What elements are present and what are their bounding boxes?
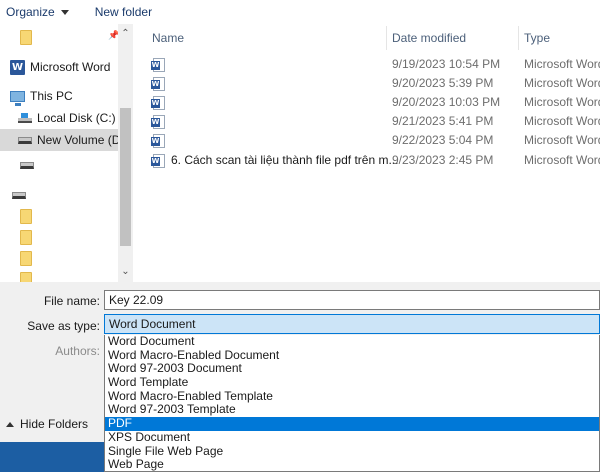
- navigation-pane: 📌 W Microsoft Word This PC Local Disk (C…: [0, 24, 133, 282]
- chevron-up-icon: [6, 421, 14, 427]
- save-as-type-dropdown: Word Document Word Macro-Enabled Documen…: [104, 335, 600, 472]
- file-type: Microsoft Word: [524, 95, 600, 109]
- file-type: Microsoft Word: [524, 114, 600, 128]
- file-date: 9/20/2023 10:03 PM: [392, 95, 501, 109]
- drive-icon: [18, 136, 32, 144]
- drive-icon: [20, 161, 34, 169]
- hide-folders-label: Hide Folders: [20, 417, 89, 431]
- nav-item-drive[interactable]: [20, 154, 133, 176]
- file-row[interactable]: 9/20/2023 10:03 PM Microsoft Word: [134, 93, 600, 112]
- option-word-97-2003-document[interactable]: Word 97-2003 Document: [105, 362, 599, 376]
- new-folder-label: New folder: [94, 5, 153, 19]
- scroll-down-icon[interactable]: ⌄: [118, 264, 133, 280]
- organize-button[interactable]: Organize: [0, 1, 75, 23]
- nav-item-folder[interactable]: [20, 226, 133, 248]
- file-name: 6. Cách scan tài liệu thành file pdf trê…: [171, 153, 399, 167]
- folder-icon: [20, 250, 32, 266]
- file-row[interactable]: 9/19/2023 10:54 PM Microsoft Word: [134, 55, 600, 74]
- word-file-icon: [151, 95, 165, 110]
- option-word-macro-enabled-template[interactable]: Word Macro-Enabled Template: [105, 389, 599, 404]
- hide-folders-button[interactable]: Hide Folders: [0, 413, 104, 435]
- file-date: 9/19/2023 10:54 PM: [392, 57, 501, 71]
- nav-scrollbar[interactable]: ⌃ ⌄: [118, 24, 133, 282]
- nav-item-folder[interactable]: [20, 205, 133, 227]
- word-file-icon: [151, 76, 165, 91]
- file-date: 9/20/2023 5:39 PM: [392, 76, 494, 90]
- file-name-label: File name:: [43, 294, 100, 308]
- new-folder-button[interactable]: New folder: [89, 1, 158, 23]
- option-word-template[interactable]: Word Template: [105, 375, 599, 390]
- word-file-icon: [151, 114, 165, 129]
- nav-item-label: Microsoft Word: [30, 60, 111, 74]
- folder-icon: [20, 208, 32, 224]
- file-type: Microsoft Word: [524, 76, 600, 90]
- file-row[interactable]: 9/22/2023 5:04 PM Microsoft Word: [134, 131, 600, 150]
- column-header-date[interactable]: Date modified: [386, 24, 466, 52]
- word-file-icon: [151, 133, 165, 148]
- option-word-97-2003-template[interactable]: Word 97-2003 Template: [105, 403, 599, 417]
- scrollbar-thumb[interactable]: [120, 108, 131, 246]
- option-pdf[interactable]: PDF: [105, 416, 599, 431]
- file-type: Microsoft Word: [524, 153, 600, 167]
- folder-icon: [20, 29, 32, 45]
- option-xps-document[interactable]: XPS Document: [105, 430, 599, 445]
- folder-icon: [20, 229, 32, 245]
- file-type: Microsoft Word: [524, 133, 600, 147]
- drive-icon: [12, 191, 26, 199]
- nav-item-drive[interactable]: [12, 184, 130, 206]
- file-date: 9/23/2023 2:45 PM: [392, 153, 494, 167]
- option-single-file-web-page[interactable]: Single File Web Page: [105, 444, 599, 459]
- nav-item-label: Local Disk (C:): [37, 111, 116, 125]
- column-header-type[interactable]: Type: [518, 24, 550, 52]
- scroll-up-icon[interactable]: ⌃: [118, 26, 133, 42]
- file-row[interactable]: 6. Cách scan tài liệu thành file pdf trê…: [134, 151, 600, 170]
- nav-item-microsoft-word[interactable]: W Microsoft Word: [10, 56, 128, 78]
- save-as-type-label: Save as type:: [27, 319, 100, 333]
- organize-label: Organize: [6, 5, 55, 19]
- file-list: ⌃ Name Date modified Type 9/19/2023 10:5…: [134, 24, 600, 282]
- nav-item-label: New Volume (D:): [37, 133, 128, 147]
- option-word-document[interactable]: Word Document: [105, 335, 599, 349]
- nav-item-label: This PC: [30, 89, 73, 103]
- file-type: Microsoft Word: [524, 57, 600, 71]
- nav-item-this-pc[interactable]: This PC: [10, 85, 128, 107]
- option-word-macro-enabled-document[interactable]: Word Macro-Enabled Document: [105, 348, 599, 363]
- file-date: 9/22/2023 5:04 PM: [392, 133, 494, 147]
- sort-ascending-icon: ⌃: [262, 24, 270, 30]
- nav-item-local-disk-c[interactable]: Local Disk (C:): [18, 107, 133, 129]
- nav-item-folder[interactable]: [20, 247, 133, 269]
- nav-item-folder[interactable]: [20, 268, 133, 282]
- computer-icon: [10, 90, 25, 106]
- column-header-name[interactable]: Name: [146, 24, 184, 52]
- word-icon: W: [10, 59, 25, 75]
- windows-drive-icon: [18, 113, 32, 123]
- caret-down-icon: [60, 9, 69, 15]
- file-row[interactable]: 9/21/2023 5:41 PM Microsoft Word: [134, 112, 600, 131]
- nav-item-new-volume-d[interactable]: New Volume (D:): [0, 129, 128, 151]
- taskbar-strip: [0, 442, 104, 472]
- file-date: 9/21/2023 5:41 PM: [392, 114, 494, 128]
- folder-icon: [20, 271, 32, 282]
- column-headers: ⌃ Name Date modified Type: [134, 24, 600, 52]
- word-file-icon: [151, 57, 165, 72]
- file-name-input[interactable]: Key 22.09: [104, 290, 600, 310]
- save-as-type-select[interactable]: Word Document: [104, 314, 600, 334]
- file-row[interactable]: 9/20/2023 5:39 PM Microsoft Word: [134, 74, 600, 93]
- word-file-icon: [151, 153, 165, 168]
- toolbar: Organize New folder: [0, 0, 600, 24]
- authors-label: Authors:: [55, 344, 100, 358]
- option-web-page[interactable]: Web Page: [105, 457, 599, 471]
